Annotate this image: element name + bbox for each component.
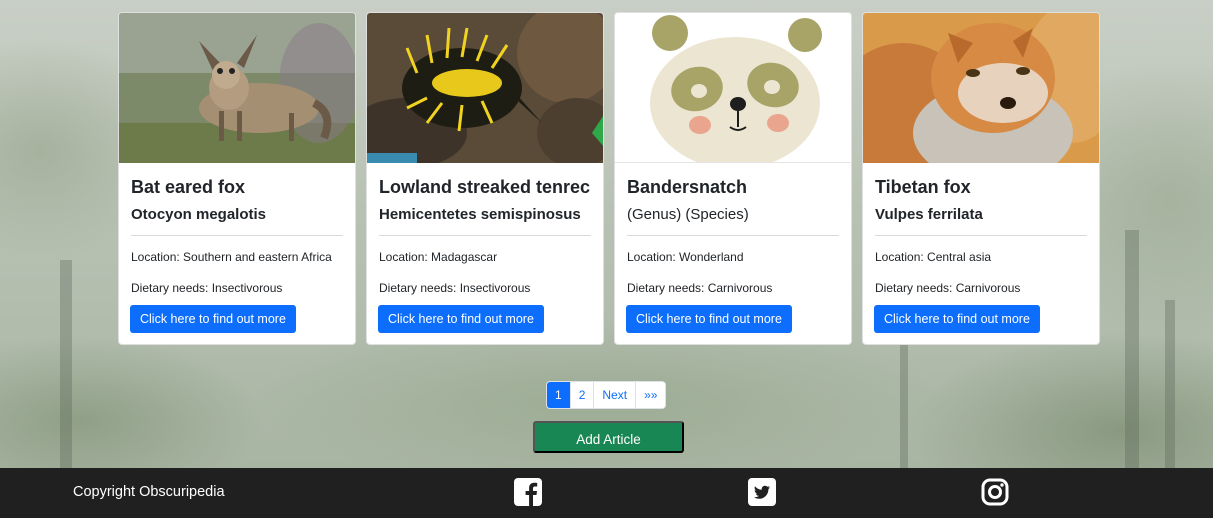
find-out-more-button[interactable]: Click here to find out more — [378, 305, 544, 333]
divider — [875, 235, 1087, 237]
scientific-name: Vulpes ferrilata — [875, 205, 983, 223]
find-out-more-button[interactable]: Click here to find out more — [130, 305, 296, 333]
pagination: 1 2 Next »» — [546, 381, 667, 409]
animal-card: Tibetan fox Vulpes ferrilata Location: C… — [862, 12, 1100, 345]
tibetan-fox-image — [863, 13, 1099, 163]
page-2-link[interactable]: 2 — [569, 382, 594, 408]
divider — [627, 235, 839, 237]
divider — [131, 235, 343, 237]
animal-card: Bandersnatch (Genus) (Species) Location:… — [614, 12, 852, 345]
bandersnatch-image — [615, 13, 851, 163]
diet-text: Dietary needs: Carnivorous — [875, 281, 1021, 296]
animal-name: Bat eared fox — [131, 177, 246, 197]
location-text: Location: Central asia — [875, 250, 992, 265]
animal-name: Bandersnatch — [627, 177, 748, 197]
animal-card: Bat eared fox Otocyon megalotis Location… — [118, 12, 356, 345]
location-text: Location: Madagascar — [379, 250, 498, 265]
footer: Copyright Obscuripedia — [0, 468, 1213, 518]
find-out-more-button[interactable]: Click here to find out more — [874, 305, 1040, 333]
diet-text: Dietary needs: Insectivorous — [131, 281, 283, 296]
location-text: Location: Southern and eastern Africa — [131, 250, 332, 265]
location-text: Location: Wonderland — [627, 250, 744, 265]
next-page-link[interactable]: Next — [593, 382, 636, 408]
scientific-name: Hemicentetes semispinosus — [379, 205, 581, 223]
find-out-more-button[interactable]: Click here to find out more — [626, 305, 792, 333]
twitter-icon[interactable] — [748, 478, 776, 506]
animal-name: Tibetan fox — [875, 177, 971, 197]
divider — [379, 235, 591, 237]
instagram-icon[interactable] — [981, 478, 1009, 506]
animal-name: Lowland streaked tenrec — [379, 177, 591, 197]
diet-text: Dietary needs: Carnivorous — [627, 281, 773, 296]
bat-eared-fox-image — [119, 13, 355, 163]
diet-text: Dietary needs: Insectivorous — [379, 281, 531, 296]
animal-cards: Bat eared fox Otocyon megalotis Location… — [118, 12, 1100, 345]
page-1-link[interactable]: 1 — [547, 382, 570, 408]
scientific-name: (Genus) (Species) — [627, 205, 749, 223]
copyright-text: Copyright Obscuripedia — [73, 484, 225, 500]
facebook-icon[interactable] — [514, 478, 542, 506]
add-article-button[interactable]: Add Article — [533, 421, 684, 453]
animal-card: Lowland streaked tenrec Hemicentetes sem… — [366, 12, 604, 345]
last-page-link[interactable]: »» — [635, 382, 666, 408]
tenrec-image — [367, 13, 603, 163]
scientific-name: Otocyon megalotis — [131, 205, 267, 223]
